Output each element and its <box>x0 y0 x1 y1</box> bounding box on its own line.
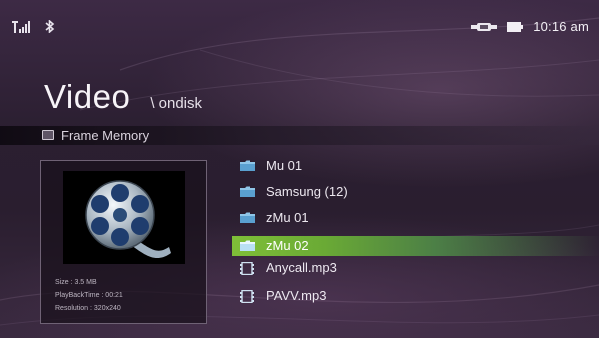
clock: 10:16 am <box>533 19 589 34</box>
folder-item-selected[interactable]: zMu 02 <box>232 236 599 256</box>
media-file-item[interactable]: Anycall.mp3 <box>232 258 599 278</box>
folder-icon <box>240 212 255 223</box>
thumbnail <box>63 171 185 264</box>
breadcrumb: \ ondisk <box>150 95 203 112</box>
status-bar: 10:16 am <box>0 0 599 50</box>
folder-icon <box>240 160 255 171</box>
file-label: Anycall.mp3 <box>266 260 337 275</box>
bluetooth-icon <box>45 20 55 33</box>
page-title: Video <box>44 78 131 115</box>
frame-icon <box>42 130 54 140</box>
folder-label: zMu 01 <box>266 210 309 225</box>
file-size: Size : 3.5 MB <box>55 279 97 286</box>
signal-icon <box>12 20 30 33</box>
frame-memory-label: Frame Memory <box>61 128 150 143</box>
media-file-icon <box>240 262 254 275</box>
folder-label: Samsung (12) <box>266 184 348 199</box>
media-file-item[interactable]: PAVV.mp3 <box>232 286 599 306</box>
battery-icon <box>507 21 524 32</box>
file-label: PAVV.mp3 <box>266 288 327 303</box>
page-header: Video \ ondisk <box>44 78 202 116</box>
usb-icon <box>471 22 498 31</box>
media-file-icon <box>240 290 254 303</box>
playback-time: PlayBackTime : 00:21 <box>55 292 123 299</box>
folder-label: Mu 01 <box>266 158 303 173</box>
folder-item[interactable]: Mu 01 <box>232 156 599 176</box>
folder-icon <box>240 240 255 251</box>
folder-item[interactable]: Samsung (12) <box>232 182 599 202</box>
folder-item[interactable]: zMu 01 <box>232 208 599 228</box>
preview-panel: Size : 3.5 MB PlayBackTime : 00:21 Resol… <box>40 160 207 324</box>
folder-icon <box>240 186 255 197</box>
frame-memory-bar[interactable]: Frame Memory <box>0 126 599 145</box>
film-reel-icon <box>85 180 171 259</box>
folder-label: zMu 02 <box>266 238 309 253</box>
resolution: Resolution : 320x240 <box>55 305 121 312</box>
